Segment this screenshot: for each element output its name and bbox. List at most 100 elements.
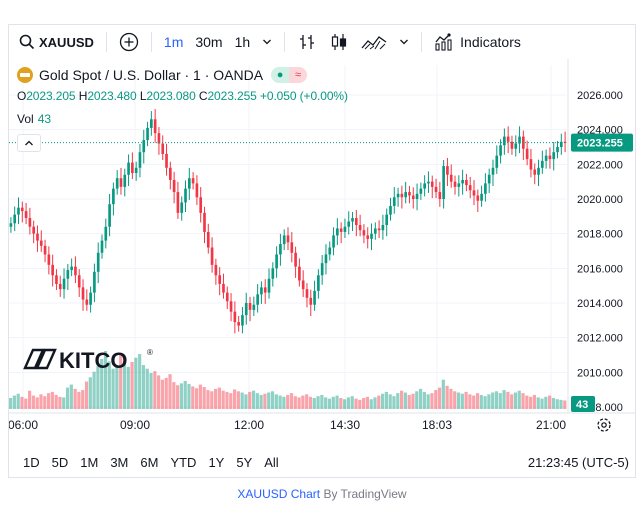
volume-bar	[510, 394, 514, 409]
candle-body	[127, 162, 130, 175]
volume-bar	[50, 391, 54, 409]
volume-bar	[453, 391, 457, 409]
range-1y[interactable]: 1Y	[202, 455, 230, 470]
volume-bar	[54, 394, 58, 409]
range-6m[interactable]: 6M	[134, 455, 164, 470]
candle-body	[442, 166, 445, 199]
volume-bar	[168, 374, 172, 409]
candle-body	[408, 192, 411, 196]
volume-bar	[286, 394, 290, 409]
candle-body	[96, 252, 100, 272]
volume-bar	[396, 393, 400, 409]
range-5y[interactable]: 5Y	[230, 455, 258, 470]
volume-bar	[415, 391, 419, 409]
range-1d[interactable]: 1D	[17, 455, 46, 470]
range-5d[interactable]: 5D	[46, 455, 75, 470]
candle-body	[39, 240, 43, 246]
candle-body	[525, 148, 529, 160]
last-price-label: 2023.255	[577, 138, 623, 150]
volume-bar	[282, 396, 286, 409]
volume-bar	[354, 398, 358, 409]
volume-bar	[346, 397, 351, 409]
collapse-legend-button[interactable]	[17, 134, 41, 152]
candle-body	[313, 290, 316, 305]
ohlc-values: O2023.205 H2023.480 L2023.080 C2023.255 …	[17, 89, 348, 103]
range-all[interactable]: All	[258, 455, 284, 470]
candle-body	[351, 218, 354, 222]
candle-body	[20, 207, 24, 212]
clock[interactable]: 21:23:45 (UTC-5)	[528, 455, 629, 470]
volume-bar	[84, 381, 89, 409]
candle-body	[465, 179, 468, 186]
volume-bar	[267, 392, 271, 409]
range-1m[interactable]: 1M	[74, 455, 104, 470]
candle-body	[487, 174, 491, 184]
candle-body	[339, 228, 343, 232]
volume-bar	[145, 368, 149, 409]
volume-bar	[358, 399, 362, 409]
volume-bar	[430, 393, 434, 409]
candle-body	[112, 188, 115, 205]
chart-link[interactable]: XAUUSD Chart	[237, 487, 320, 501]
gold-bar-icon	[17, 67, 33, 83]
volume-bar	[206, 390, 210, 409]
volume-bar	[381, 393, 385, 409]
volume-bar	[191, 386, 195, 409]
volume-bar	[464, 391, 468, 409]
range-3m[interactable]: 3M	[104, 455, 134, 470]
volume-bar	[456, 392, 461, 409]
volume-bar	[160, 379, 165, 409]
volume-bar	[536, 397, 540, 409]
x-tick-label: 18:03	[422, 418, 452, 432]
candle-body	[195, 183, 199, 198]
volume-bar	[540, 398, 544, 409]
y-tick-label: 2018.000	[577, 229, 623, 241]
candle-body	[506, 136, 510, 142]
volume-bar	[316, 396, 320, 409]
y-tick-label: 2012.000	[577, 333, 623, 345]
volume-bar	[20, 396, 24, 409]
candle-body	[468, 185, 472, 191]
candle-body	[104, 226, 108, 241]
candle-body	[233, 311, 237, 323]
volume-bar	[369, 399, 373, 409]
candle-body	[533, 169, 537, 175]
candle-body	[324, 254, 328, 264]
volume-bar	[149, 372, 153, 409]
volume-bar	[229, 393, 233, 409]
candle-body	[17, 207, 20, 215]
market-status-badge[interactable]: ● ≈	[271, 67, 308, 83]
candle-body	[298, 266, 301, 281]
x-tick-label: 14:30	[330, 418, 360, 432]
candle-body	[252, 304, 256, 310]
candle-body	[267, 278, 271, 293]
candle-body	[548, 155, 552, 160]
volume-bar	[320, 394, 324, 409]
candle-body	[286, 235, 290, 243]
volume-bar	[525, 395, 529, 409]
volume-bar	[179, 383, 184, 409]
market-open-icon: ●	[271, 67, 290, 83]
candle-body	[131, 162, 134, 173]
candle-body	[358, 225, 362, 231]
candle-body	[100, 240, 104, 253]
candle-body	[461, 179, 464, 184]
y-tick-label: 2020.000	[577, 194, 623, 206]
volume-bar	[548, 395, 552, 409]
kitco-logo-text: KITCO	[59, 348, 127, 373]
volume-bar	[449, 388, 453, 409]
volume-bar	[65, 387, 70, 409]
volume-bar	[468, 394, 472, 409]
range-ytd[interactable]: YTD	[164, 455, 202, 470]
candle-body	[320, 263, 324, 276]
candle-body	[70, 266, 73, 271]
volume-bar	[506, 391, 510, 409]
candle-body	[415, 193, 419, 199]
volume-bar	[327, 398, 332, 409]
volume-bar	[202, 387, 206, 409]
volume-bar	[403, 392, 407, 409]
settings-gear-icon[interactable]	[597, 418, 611, 432]
candle-body	[354, 218, 358, 225]
candle-body	[499, 145, 502, 156]
candle-body	[377, 228, 381, 231]
